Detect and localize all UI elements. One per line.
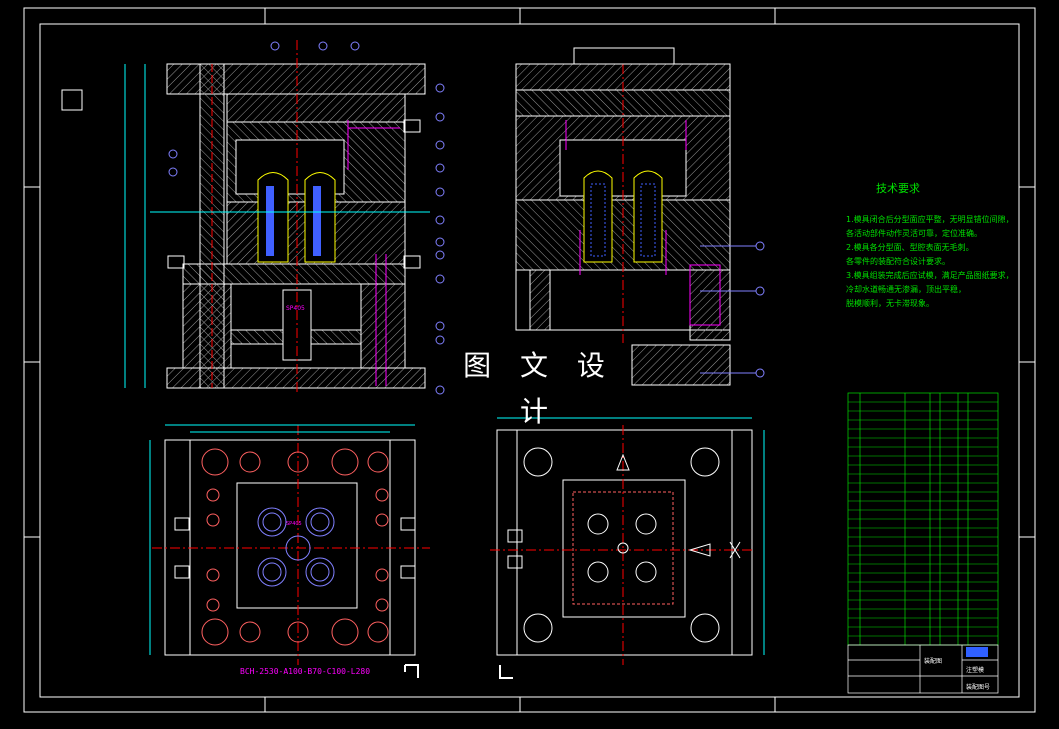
side-section-view [515,47,765,386]
parts-list-rows [848,401,998,637]
drawing-name: 装配图 [924,658,943,665]
tech-requirements-title: 技术要求 [876,182,920,195]
tech-requirement-line: 冷却水道畅通无渗漏，顶出平稳， [846,285,966,294]
moving-half-plan-view [490,417,765,679]
part-label-2: SP405 [286,521,302,527]
tech-requirement-line: 2.模具各分型面、型腔表面无毛刺。 [846,243,974,252]
watermark: 图 文 设 计 [448,343,630,428]
school-name: 注塑模 [966,667,985,674]
fixed-half-plan-view [149,424,430,678]
title-block-mark [966,647,988,657]
tech-requirement-line: 各零件的装配符合设计要求。 [846,257,950,266]
part-label-1: SP405 [286,305,305,312]
drawing-number: 装配图号 [966,684,991,691]
tech-requirement-line: 1.模具闭合后分型面应平整，无明显错位间隙， [846,215,1014,224]
tech-requirement-line: 3.模具组装完成后应试模，满足产品图纸要求， [846,271,1014,280]
tech-requirement-line: 各活动部件动作灵活可靠，定位准确。 [846,229,982,238]
mold-base-label: BCH-2530-A100-B70-C100-L280 [240,667,371,676]
front-section-view [124,40,430,395]
tech-requirement-line: 脱模顺利，无卡滞现象。 [846,299,934,308]
